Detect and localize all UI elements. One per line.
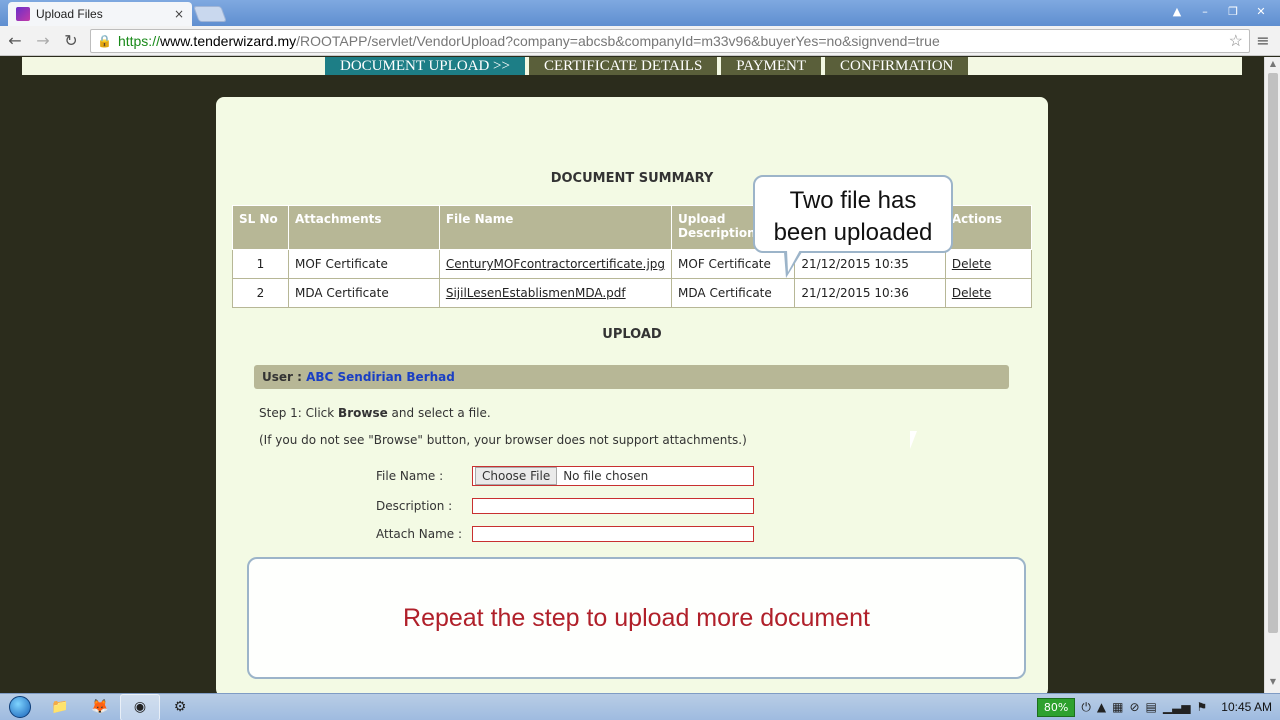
battery-indicator[interactable]: 80%: [1036, 697, 1076, 717]
scroll-down-icon[interactable]: ▼: [1265, 677, 1280, 691]
attach-name-row: Attach Name :: [376, 526, 754, 542]
flag-icon[interactable]: ⚑: [1197, 700, 1208, 714]
site-favicon-icon: [16, 7, 30, 21]
windows-taskbar: 📁 🦊 ◉ ⚙ 80% ⏻ ▲ ▦ ⊘ ▤ ▁▃▅ ⚑ 10:45 AM: [0, 693, 1280, 720]
table-row: 1 MOF Certificate CenturyMOFcontractorce…: [232, 249, 1033, 279]
step1-bold: Browse: [338, 406, 388, 420]
bookmark-star-icon[interactable]: ☆: [1229, 31, 1243, 51]
url-path: /ROOTAPP/servlet/VendorUpload?company=ab…: [296, 32, 940, 49]
signal-icon[interactable]: ▁▃▅: [1163, 700, 1191, 714]
file-name-row: File Name : Choose File No file chosen: [376, 466, 754, 486]
cell-attachment: MDA Certificate: [287, 278, 440, 308]
browser-toolbar: ← → ↻ 🔒 https://www.tenderwizard.my/ROOT…: [0, 26, 1280, 56]
address-bar[interactable]: 🔒 https://www.tenderwizard.my/ROOTAPP/se…: [90, 28, 1250, 53]
description-label: Description :: [376, 499, 453, 513]
page-scrollbar[interactable]: ▲ ▼: [1264, 57, 1280, 693]
cell-date: 21/12/2015 10:36: [794, 278, 946, 308]
cell-date: 21/12/2015 10:35: [794, 249, 946, 279]
upload-title: UPLOAD: [602, 327, 662, 342]
cell-description: MDA Certificate: [671, 278, 796, 308]
user-icon[interactable]: ▲: [1164, 2, 1190, 20]
forward-arrow-icon[interactable]: →: [30, 28, 56, 54]
col-file-name: File Name: [438, 205, 673, 250]
scroll-thumb[interactable]: [1268, 73, 1278, 633]
window-controls: ▲ – ❐ ✕: [1164, 2, 1274, 20]
step1-suffix: and select a file.: [387, 406, 491, 420]
delete-link[interactable]: Delete: [952, 286, 991, 300]
system-tray: 80% ⏻ ▲ ▦ ⊘ ▤ ▁▃▅ ⚑ 10:45 AM: [1036, 697, 1280, 717]
lock-icon: 🔒: [97, 33, 112, 48]
col-attachments: Attachments: [287, 205, 440, 250]
tray-expand-icon[interactable]: ▲: [1097, 700, 1106, 714]
browse-note: (If you do not see "Browse" button, your…: [259, 433, 747, 447]
file-name-label: File Name :: [376, 469, 444, 483]
cell-sl: 1: [232, 249, 289, 279]
firefox-icon[interactable]: 🦊: [80, 694, 120, 720]
description-input[interactable]: [472, 498, 754, 514]
devices-icon[interactable]: ▤: [1146, 700, 1157, 714]
back-arrow-icon[interactable]: ←: [2, 28, 28, 54]
file-link[interactable]: SijilLesenEstablismenMDA.pdf: [446, 286, 626, 300]
scroll-up-icon[interactable]: ▲: [1265, 59, 1280, 73]
delete-link[interactable]: Delete: [952, 257, 991, 271]
browser-tab[interactable]: Upload Files ×: [8, 2, 192, 26]
col-sl-no: SL No: [232, 205, 289, 250]
repeat-step-notice: Repeat the step to upload more document: [247, 557, 1026, 679]
file-link[interactable]: CenturyMOFcontractorcertificate.jpg: [446, 257, 665, 271]
user-label: User :: [262, 370, 302, 384]
security-icon[interactable]: ⊘: [1129, 700, 1139, 714]
file-explorer-icon[interactable]: 📁: [40, 694, 80, 720]
cell-attachment: MOF Certificate: [287, 249, 440, 279]
callout-line-2: been uploaded: [773, 219, 933, 246]
uploaded-callout: Two file has been uploaded: [753, 175, 953, 253]
url-scheme: https://: [117, 32, 160, 49]
cell-description: MOF Certificate: [671, 249, 796, 279]
close-tab-icon[interactable]: ×: [174, 7, 184, 21]
callout-line-1: Two file has: [789, 187, 917, 214]
callout-tail-inner: [787, 250, 800, 272]
no-file-text: No file chosen: [563, 469, 649, 483]
reload-icon[interactable]: ↻: [58, 28, 84, 54]
tools-icon[interactable]: ⚙: [160, 694, 200, 720]
choose-file-button[interactable]: Choose File: [475, 467, 558, 485]
tab-title: Upload Files: [36, 7, 103, 21]
browser-menu-icon[interactable]: ≡: [1250, 31, 1276, 50]
table-row: 2 MDA Certificate SijilLesenEstablismenM…: [232, 278, 1033, 308]
col-actions: Actions: [944, 205, 1033, 250]
file-name-input[interactable]: Choose File No file chosen: [472, 466, 754, 486]
taskbar-clock[interactable]: 10:45 AM: [1221, 700, 1272, 714]
browser-titlebar: Upload Files × ▲ – ❐ ✕: [0, 0, 1280, 26]
network-icon[interactable]: ▦: [1112, 700, 1123, 714]
description-row: Description :: [376, 498, 754, 514]
start-button[interactable]: [0, 694, 40, 720]
mouse-cursor-icon: [910, 431, 917, 449]
step-confirmation[interactable]: CONFIRMATION: [825, 57, 969, 75]
step-payment[interactable]: PAYMENT: [721, 57, 822, 75]
new-tab-button[interactable]: [193, 6, 227, 22]
user-bar: User : ABC Sendirian Berhad: [254, 365, 1009, 389]
step-certificate-details[interactable]: CERTIFICATE DETAILS: [528, 57, 718, 75]
attach-name-input[interactable]: [472, 526, 754, 542]
attach-name-label: Attach Name :: [376, 527, 463, 541]
power-plug-icon[interactable]: ⏻: [1081, 700, 1091, 715]
step1-prefix: Step 1: Click: [259, 406, 339, 420]
step1-instruction: Step 1: Click Browse and select a file.: [259, 406, 491, 420]
url-host: www.tenderwizard.my: [159, 32, 297, 49]
chrome-icon[interactable]: ◉: [120, 693, 160, 720]
restore-icon[interactable]: ❐: [1220, 2, 1246, 20]
user-value: ABC Sendirian Berhad: [306, 370, 455, 384]
close-window-icon[interactable]: ✕: [1248, 2, 1274, 20]
windows-logo-icon: [9, 696, 31, 718]
wizard-steps: DOCUMENT UPLOAD >> CERTIFICATE DETAILS P…: [325, 57, 969, 75]
step-document-upload[interactable]: DOCUMENT UPLOAD >>: [325, 57, 525, 75]
cell-sl: 2: [232, 278, 289, 308]
minimize-icon[interactable]: –: [1192, 2, 1218, 20]
